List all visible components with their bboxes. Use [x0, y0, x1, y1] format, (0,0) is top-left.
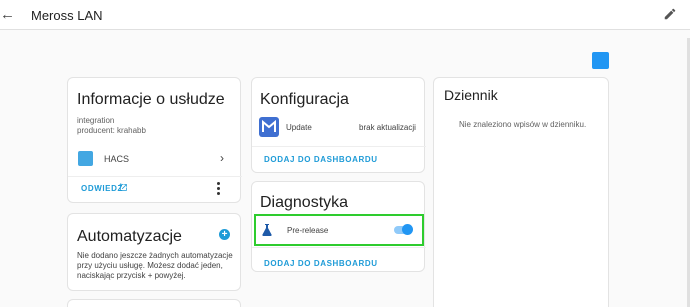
- divider: [252, 146, 426, 147]
- flask-icon: [262, 224, 272, 236]
- diagnostics-title: Diagnostyka: [260, 194, 349, 211]
- hacs-row[interactable]: HACS ›: [68, 148, 242, 170]
- pencil-icon[interactable]: [663, 7, 677, 21]
- back-arrow-icon[interactable]: ←: [0, 6, 15, 24]
- chevron-right-icon: ›: [220, 151, 224, 165]
- automation-text-2: przy użyciu usługę. Możesz dodać jeden,: [77, 261, 223, 270]
- prerelease-label: Pre-release: [287, 226, 329, 235]
- automation-card: Automatyzacje + Nie dodano jeszcze żadny…: [67, 213, 241, 291]
- log-empty-text: Nie znaleziono wpisów w dzienniku.: [459, 120, 587, 129]
- prerelease-row[interactable]: Pre-release: [254, 214, 424, 246]
- automation-title: Automatyzacje: [77, 228, 182, 245]
- scenes-card: [67, 299, 241, 307]
- update-status: brak aktualizacji: [359, 123, 416, 132]
- diag-add-dashboard-link[interactable]: DODAJ DO DASHBOARDU: [264, 259, 378, 268]
- hacs-icon: [78, 151, 93, 166]
- producer-label: producent: krahabb: [77, 126, 146, 135]
- device-info-card: Informacje o usłudze integration produce…: [67, 77, 242, 203]
- meross-logo-icon: [259, 117, 279, 137]
- hacs-label: HACS: [104, 154, 130, 164]
- integration-label: integration: [77, 116, 115, 125]
- visit-link[interactable]: ODWIEDŹ: [81, 184, 123, 193]
- device-info-title: Informacje o usłudze: [77, 91, 225, 108]
- log-title: Dziennik: [444, 87, 498, 103]
- add-automation-button[interactable]: +: [219, 229, 230, 240]
- page-title: Meross LAN: [31, 8, 103, 23]
- update-label: Update: [286, 123, 312, 132]
- log-card: Dziennik Nie znaleziono wpisów w dzienni…: [433, 77, 609, 307]
- prerelease-toggle[interactable]: [392, 223, 414, 237]
- toggle-knob: [402, 224, 413, 235]
- divider: [252, 247, 426, 248]
- automation-text-1: Nie dodano jeszcze żadnych automatyzacje: [77, 251, 233, 260]
- more-vertical-icon[interactable]: [217, 182, 221, 196]
- config-card: Konfiguracja Update brak aktualizacji DO…: [251, 77, 426, 173]
- config-add-dashboard-link[interactable]: DODAJ DO DASHBOARDU: [264, 155, 378, 164]
- config-title: Konfiguracja: [260, 91, 349, 108]
- brand-logo-icon: [592, 52, 609, 69]
- update-row[interactable]: Update brak aktualizacji: [252, 116, 426, 138]
- open-in-new-icon[interactable]: [119, 183, 128, 192]
- automation-text-3: naciskając przycisk + powyżej.: [77, 271, 186, 280]
- divider: [68, 176, 242, 177]
- top-app-bar: ← Meross LAN: [0, 0, 690, 30]
